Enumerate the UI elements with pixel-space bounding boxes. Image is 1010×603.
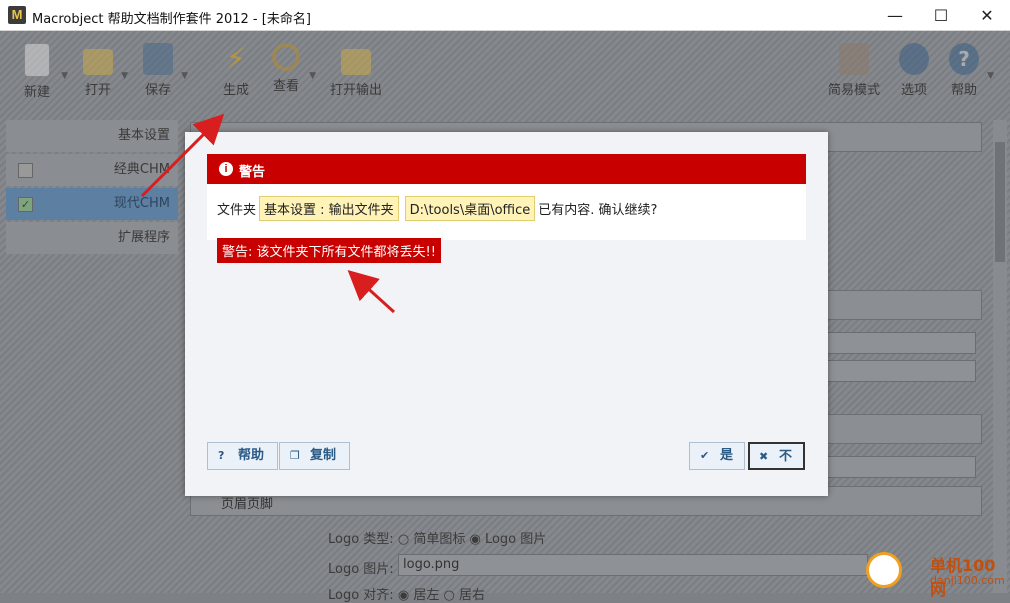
sidebar-item-basic-settings[interactable]: 基本设置 xyxy=(6,120,178,152)
chevron-down-icon: ▼ xyxy=(121,71,128,81)
dialog-header: i 警告 xyxy=(207,154,806,184)
folder-search-icon xyxy=(341,49,371,75)
help-button[interactable]: ? 帮助 ▼ xyxy=(946,43,994,98)
view-button[interactable]: 查看 ▼ xyxy=(268,43,316,94)
watermark: 单机100网 danji100.com xyxy=(860,548,1010,599)
easy-mode-button[interactable]: 简易模式 xyxy=(826,43,882,98)
title-bar: M Macrobject 帮助文档制作套件 2012 - [未命名] — ☐ ✕ xyxy=(0,0,1010,31)
yes-button[interactable]: ✔ 是 xyxy=(689,442,745,470)
warning-message: 警告: 该文件夹下所有文件都将丢失!! xyxy=(217,238,441,263)
sidebar: 基本设置 经典CHM ✓ 现代CHM 扩展程序 xyxy=(6,120,178,256)
chevron-down-icon: ▼ xyxy=(181,71,188,81)
lightning-icon: ⚡ xyxy=(226,42,246,75)
chevron-down-icon: ▼ xyxy=(987,71,994,81)
save-button[interactable]: 保存 ▼ xyxy=(140,43,188,98)
toolbar: 新建 ▼ 打开 ▼ 保存 ▼ ⚡ 生成 查看 ▼ 打开输出 简易模式 选项 ? … xyxy=(0,31,1010,109)
radio-logo-image[interactable]: ◉ xyxy=(469,532,480,547)
check-icon: ✔ xyxy=(700,449,710,462)
radio-align-right[interactable]: ○ xyxy=(443,588,454,603)
copy-icon: ❐ xyxy=(290,449,300,462)
help-dialog-button[interactable]: ? 帮助 xyxy=(207,442,278,470)
path-tag: D:\tools\桌面\office xyxy=(404,196,536,221)
maximize-button[interactable]: ☐ xyxy=(918,0,964,31)
setting-tag: 基本设置 : 输出文件夹 xyxy=(259,196,399,221)
logo-align-row: Logo 对齐: ◉ 居左 ○ 居右 xyxy=(328,588,485,603)
open-button[interactable]: 打开 ▼ xyxy=(80,43,128,98)
magic-wand-icon xyxy=(839,43,869,75)
app-icon: M xyxy=(8,6,26,24)
logo-type-row: Logo 类型: ○ 简单图标 ◉ Logo 图片 xyxy=(328,532,547,547)
minimize-button[interactable]: — xyxy=(872,0,918,31)
folder-icon xyxy=(83,49,113,75)
copy-button[interactable]: ❐ 复制 xyxy=(279,442,350,470)
close-button[interactable]: ✕ xyxy=(964,0,1010,31)
question-icon: ? xyxy=(218,449,225,462)
dialog-message-area: 文件夹 基本设置 : 输出文件夹 D:\tools\桌面\office 已有内容. 确… xyxy=(207,184,806,240)
options-button[interactable]: 选项 xyxy=(896,43,932,98)
open-output-button[interactable]: 打开输出 xyxy=(328,43,384,98)
window-title: Macrobject 帮助文档制作套件 2012 - [未命名] xyxy=(32,12,311,27)
logo-image-input[interactable]: logo.png xyxy=(398,554,868,576)
checkbox[interactable]: ✓ xyxy=(18,197,33,212)
sidebar-item-classic-chm[interactable]: 经典CHM xyxy=(6,154,178,186)
magnifier-icon xyxy=(272,43,300,71)
help-icon: ? xyxy=(949,43,979,75)
chevron-down-icon: ▼ xyxy=(309,71,316,81)
x-icon: ✖ xyxy=(759,450,769,463)
gear-icon xyxy=(899,43,929,75)
chevron-down-icon: ▼ xyxy=(61,71,68,81)
warning-dialog: i 警告 文件夹 基本设置 : 输出文件夹 D:\tools\桌面\office 已有… xyxy=(185,132,828,496)
radio-simple-icon[interactable]: ○ xyxy=(398,532,409,547)
sidebar-item-modern-chm[interactable]: ✓ 现代CHM xyxy=(6,188,178,220)
scrollbar-thumb[interactable] xyxy=(995,142,1005,262)
no-button[interactable]: ✖ 不 xyxy=(748,442,805,470)
logo-image-label: Logo 图片: xyxy=(328,562,394,577)
watermark-logo-icon xyxy=(866,552,902,588)
new-document-icon xyxy=(24,43,50,77)
checkbox[interactable] xyxy=(18,163,33,178)
vertical-scrollbar[interactable] xyxy=(993,120,1007,593)
dialog-message: 文件夹 基本设置 : 输出文件夹 D:\tools\桌面\office 已有内容. 确… xyxy=(217,196,657,221)
sidebar-item-extensions[interactable]: 扩展程序 xyxy=(6,222,178,254)
generate-button[interactable]: ⚡ 生成 xyxy=(218,42,254,99)
info-icon: i xyxy=(219,162,233,176)
radio-align-left[interactable]: ◉ xyxy=(398,588,409,603)
new-button[interactable]: 新建 ▼ xyxy=(18,43,68,100)
floppy-disk-icon xyxy=(143,43,173,75)
dialog-title: 警告 xyxy=(239,165,266,180)
